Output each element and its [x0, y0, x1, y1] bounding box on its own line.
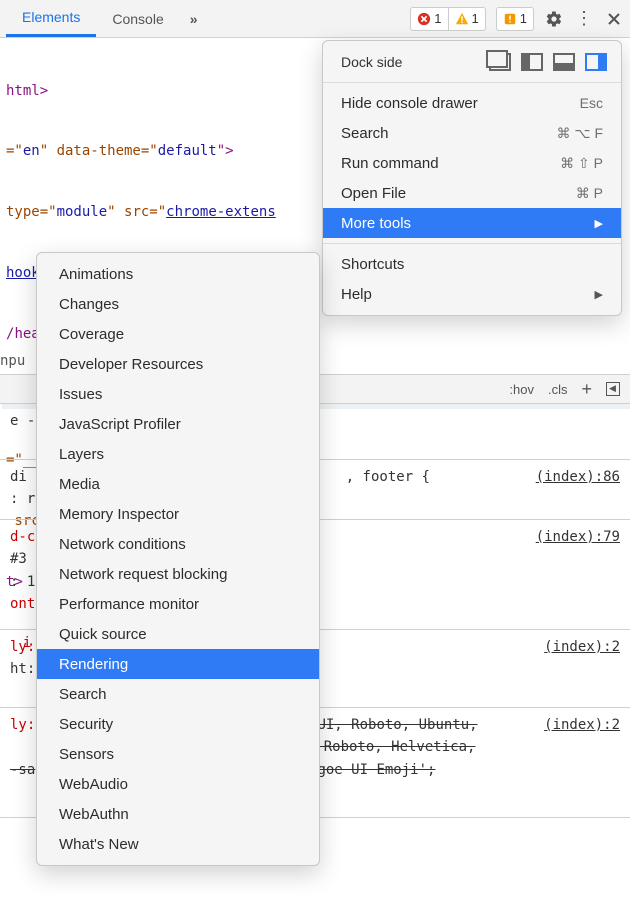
- tab-elements[interactable]: Elements: [6, 0, 96, 37]
- menu-separator: [323, 82, 621, 83]
- settings-gear-icon[interactable]: [544, 9, 564, 29]
- error-count: 1: [434, 11, 441, 26]
- error-icon: [417, 12, 431, 26]
- dock-left-icon[interactable]: [521, 53, 543, 71]
- submenu-arrow-icon: ▶: [595, 217, 603, 230]
- warning-badge[interactable]: 1: [448, 8, 485, 30]
- hov-toggle[interactable]: :hov: [509, 382, 534, 397]
- submenu-item-layers[interactable]: Layers: [37, 439, 319, 469]
- submenu-item-javascript-profiler[interactable]: JavaScript Profiler: [37, 409, 319, 439]
- code-frag: html>: [6, 83, 48, 99]
- menu-help[interactable]: Help ▶: [323, 279, 621, 309]
- computed-panel-icon[interactable]: [606, 382, 620, 396]
- submenu-item-rendering[interactable]: Rendering: [37, 649, 319, 679]
- submenu-item-animations[interactable]: Animations: [37, 259, 319, 289]
- submenu-item-performance-monitor[interactable]: Performance monitor: [37, 589, 319, 619]
- tab-console[interactable]: Console: [96, 0, 179, 37]
- warning-icon: [455, 12, 469, 26]
- submenu-item-sensors[interactable]: Sensors: [37, 739, 319, 769]
- tab-strip: Elements Console »: [6, 0, 208, 37]
- menu-search[interactable]: Search ⌘ ⌥ F: [323, 118, 621, 148]
- style-source-link[interactable]: (index):86: [536, 466, 620, 488]
- submenu-item-memory-inspector[interactable]: Memory Inspector: [37, 499, 319, 529]
- more-tabs-chevron-icon[interactable]: »: [180, 0, 208, 37]
- submenu-item-webaudio[interactable]: WebAudio: [37, 769, 319, 799]
- submenu-item-changes[interactable]: Changes: [37, 289, 319, 319]
- submenu-item-developer-resources[interactable]: Developer Resources: [37, 349, 319, 379]
- submenu-item-quick-source[interactable]: Quick source: [37, 619, 319, 649]
- menu-separator: [323, 243, 621, 244]
- status-badges[interactable]: 1 1: [410, 7, 485, 31]
- issue-icon: [503, 12, 517, 26]
- cls-toggle[interactable]: .cls: [548, 382, 568, 397]
- dock-side-row: Dock side: [323, 47, 621, 77]
- submenu-item-search[interactable]: Search: [37, 679, 319, 709]
- menu-run-command[interactable]: Run command ⌘ ⇧ P: [323, 148, 621, 178]
- dock-side-label: Dock side: [341, 54, 402, 70]
- more-tools-submenu: AnimationsChangesCoverageDeveloper Resou…: [36, 252, 320, 866]
- devtools-toolbar: Elements Console » 1 1 1 ⋮: [0, 0, 630, 38]
- style-source-link[interactable]: (index):2: [544, 636, 620, 658]
- dock-bottom-icon[interactable]: [553, 53, 575, 71]
- menu-open-file[interactable]: Open File ⌘ P: [323, 178, 621, 208]
- submenu-item-network-request-blocking[interactable]: Network request blocking: [37, 559, 319, 589]
- close-devtools-icon[interactable]: [604, 9, 624, 29]
- breadcrumb-fragment: npu: [0, 353, 25, 369]
- style-source-link[interactable]: (index):79: [536, 526, 620, 548]
- issues-badge[interactable]: 1: [496, 7, 534, 31]
- submenu-item-issues[interactable]: Issues: [37, 379, 319, 409]
- submenu-item-media[interactable]: Media: [37, 469, 319, 499]
- submenu-arrow-icon: ▶: [595, 288, 603, 301]
- issue-count: 1: [520, 11, 527, 26]
- style-source-link[interactable]: (index):2: [544, 714, 620, 736]
- menu-shortcuts[interactable]: Shortcuts: [323, 249, 621, 279]
- submenu-item-coverage[interactable]: Coverage: [37, 319, 319, 349]
- dock-undock-icon[interactable]: [489, 53, 511, 71]
- submenu-item-what-s-new[interactable]: What's New: [37, 829, 319, 859]
- menu-hide-console[interactable]: Hide console drawer Esc: [323, 88, 621, 118]
- submenu-item-webauthn[interactable]: WebAuthn: [37, 799, 319, 829]
- menu-more-tools[interactable]: More tools ▶: [323, 208, 621, 238]
- warning-count: 1: [472, 11, 479, 26]
- submenu-item-security[interactable]: Security: [37, 709, 319, 739]
- dock-right-icon[interactable]: [585, 53, 607, 71]
- error-badge[interactable]: 1: [411, 8, 447, 30]
- submenu-item-network-conditions[interactable]: Network conditions: [37, 529, 319, 559]
- new-style-rule-icon[interactable]: +: [581, 379, 592, 400]
- main-menu: Dock side Hide console drawer Esc Search…: [322, 40, 622, 316]
- kebab-menu-icon[interactable]: ⋮: [574, 9, 594, 29]
